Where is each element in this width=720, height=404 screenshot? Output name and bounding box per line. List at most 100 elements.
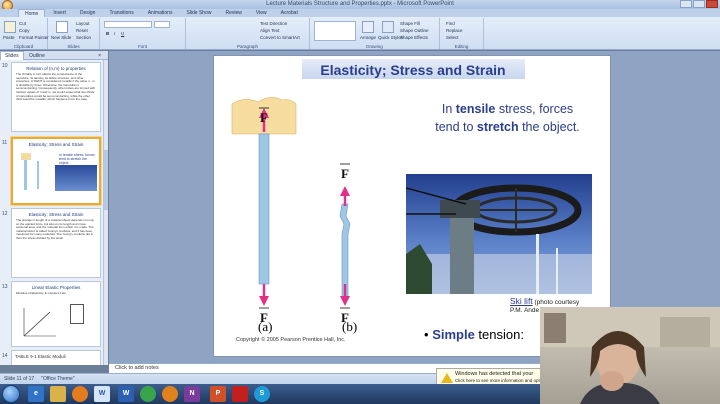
window-title: Lecture Materials Structure and Properti… [266,1,454,7]
simple-word: Simple [432,327,475,342]
drawing-group: Arrange Quick Styles Shape Fill Shape Ou… [310,18,440,49]
explorer-icon[interactable] [50,386,66,402]
thumb-number: 14 [2,353,8,359]
clipboard-label: Clipboard [13,44,34,49]
italic-button[interactable]: I [114,31,115,36]
slide-thumb-13[interactable]: Linear Elastic Properties Modulus of Ela… [11,281,101,347]
figure-label-a: (a) [258,319,273,334]
close-button[interactable] [706,0,718,8]
window-title-bar: Lecture Materials Structure and Properti… [0,0,720,11]
shape-effects-button[interactable]: Shape Effects [400,35,428,40]
arrange-button[interactable]: Arrange [360,35,376,40]
maximize-button[interactable] [693,0,705,8]
bold-button[interactable]: B [106,31,109,36]
slide-body-text[interactable]: In tensile stress, forces tend to stretc… [410,100,605,136]
notes-placeholder: Click to add notes [115,365,159,371]
editing-label: Editing [454,44,469,49]
slide-thumb-14[interactable]: TABLE 9-1 Elastic Moduli [11,350,101,365]
acrobat-icon[interactable] [232,386,248,402]
slide-thumb-12[interactable]: Elasticity; Stress and Strain The change… [11,208,101,278]
firefox-icon[interactable] [162,386,178,402]
tab-transitions[interactable]: Transitions [103,9,139,17]
tab-acrobat[interactable]: Acrobat [275,9,304,17]
word-icon[interactable]: W [94,386,110,402]
format-painter-button[interactable]: Format Painter [19,35,49,40]
scrollbar-thumb[interactable] [104,150,108,210]
slide-thumb-10[interactable]: Relation of (n,m) to properties The chir… [11,62,101,132]
section-button[interactable]: Section [76,35,91,40]
find-button[interactable]: Find [446,21,455,26]
presenter-video [540,307,720,404]
thumb-title: Elasticity; Stress and Strain [28,142,84,147]
slides-group: New Slide Layout Reset Section Slides [48,18,100,49]
start-button[interactable] [2,385,20,403]
new-slide-button[interactable]: New Slide [51,35,71,40]
powerpoint-icon[interactable]: P [210,386,226,402]
caption-link[interactable]: Ski lift [510,296,533,306]
shapes-gallery[interactable] [314,21,356,41]
onenote-icon[interactable]: N [184,386,200,402]
quick-styles-icon[interactable] [382,21,394,33]
cut-button[interactable]: Cut [19,21,26,26]
align-text-button[interactable]: Align Text [260,28,279,33]
replace-button[interactable]: Replace [446,28,463,33]
thumb-block [70,304,84,324]
new-slide-icon[interactable] [56,21,68,33]
paste-button[interactable]: Paste [3,35,15,40]
thumb-number: 10 [2,63,8,69]
caption-credit: (photo courtesy [532,299,580,306]
tab-slide-show[interactable]: Slide Show [180,9,217,17]
font-group: B I U Font [100,18,186,49]
media-player-icon[interactable] [72,386,88,402]
body-text-part: the object. [518,120,580,134]
select-button[interactable]: Select [446,35,459,40]
convert-smartart-button[interactable]: Convert to SmartArt [260,35,300,40]
text-direction-button[interactable]: Text Direction [260,21,287,26]
thumb-body: Modulus of Elasticity, E: Hooke's Law [16,291,66,295]
thumb-body: The change in length of a material objec… [16,218,94,240]
copy-button[interactable]: Copy [19,28,30,33]
shape-outline-button[interactable]: Shape Outline [400,28,429,33]
tab-outline[interactable]: Outline [25,52,49,60]
thumb-title: TABLE 9-1 Elastic Moduli [15,354,66,359]
arrange-icon[interactable] [362,21,374,33]
tab-home[interactable]: Home [18,9,46,17]
layout-button[interactable]: Layout [76,21,90,26]
ski-lift-photo[interactable] [406,174,592,294]
thumb-rod [37,161,39,189]
force-label-top-a: F [260,110,268,125]
close-pane-icon[interactable]: × [94,52,105,60]
ribbon-tabs: Home Insert Design Transitions Animation… [0,9,720,17]
chrome-icon[interactable] [140,386,156,402]
word-doc-icon[interactable]: W [118,386,134,402]
photo-caption: Ski lift (photo courtesy [510,296,579,306]
slide-title[interactable]: Elasticity; Stress and Strain [214,62,612,78]
font-name-select[interactable] [104,21,152,28]
tab-insert[interactable]: Insert [47,9,72,17]
font-size-select[interactable] [154,21,170,28]
shape-fill-button[interactable]: Shape Fill [400,21,420,26]
clipboard-group: Paste Cut Copy Format Painter Clipboard [0,18,49,49]
tab-animations[interactable]: Animations [142,9,179,17]
thumb-number: 13 [2,284,8,290]
ie-icon[interactable]: e [28,386,44,402]
bullet-dot: • [424,327,429,342]
tab-review[interactable]: Review [219,9,247,17]
underline-button[interactable]: U [121,31,124,36]
skype-icon[interactable]: S [254,386,270,402]
webcam-overlay [540,307,720,404]
tension-word: tension: [474,327,524,342]
side-panel-tabs: Slides Outline × [0,51,108,61]
arrowhead [259,296,269,306]
paste-icon[interactable] [4,21,16,33]
body-bold-tensile: tensile [455,102,496,116]
slide-thumb-11[interactable]: Elasticity; Stress and Strain In tensile… [11,137,101,205]
tab-design[interactable]: Design [74,9,102,17]
reset-button[interactable]: Reset [76,28,88,33]
minimize-button[interactable] [680,0,692,8]
body-text-part: tend to [435,120,477,134]
tab-view[interactable]: View [250,9,273,17]
thumbnails-scrollbar[interactable] [103,60,108,365]
simple-tension-bullet[interactable]: • Simple tension: [424,327,524,342]
figure-label-b: (b) [342,319,358,334]
